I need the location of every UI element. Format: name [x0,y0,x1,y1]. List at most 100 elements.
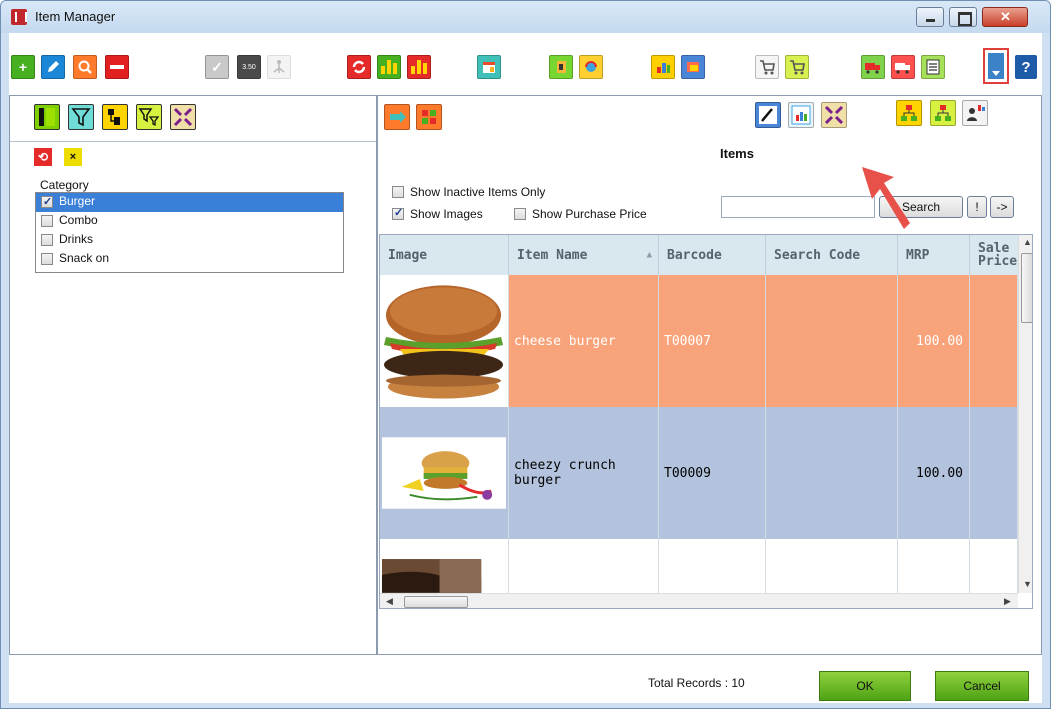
category-checkbox[interactable] [41,215,53,227]
category-item-snack-on[interactable]: Snack on [36,250,343,269]
category-item-label: Burger [59,194,96,208]
cheezy-crunch-burger-image [381,437,507,509]
sale-price-cell [970,275,1018,407]
show-images-checkbox[interactable] [392,206,404,220]
next-button[interactable]: -> [990,196,1014,218]
calendar-icon[interactable] [477,55,501,79]
search-item-icon[interactable] [73,55,97,79]
filter-add-icon[interactable] [136,104,162,130]
delete-item-icon[interactable] [105,55,129,79]
approve-icon[interactable]: ✓ [205,55,229,79]
scroll-up-icon[interactable]: ▲ [1023,237,1032,247]
show-purchase-price-row[interactable]: Show Purchase Price [514,206,647,221]
exclaim-button[interactable]: ! [967,196,987,218]
close-button[interactable] [982,7,1028,27]
scroll-left-icon[interactable]: ◀ [386,596,393,607]
sync-icon[interactable] [579,55,603,79]
category-checkbox[interactable] [41,253,53,265]
category-label: Category [40,178,89,192]
search-code-cell [766,407,898,539]
scroll-right-icon[interactable]: ▶ [1004,596,1011,607]
edit-view-icon[interactable] [755,102,781,128]
filter-icon[interactable] [68,104,94,130]
sale-price-cell [970,407,1018,539]
report-icon[interactable] [651,55,675,79]
category-list[interactable]: Burger Combo Drinks Snack on [35,192,344,273]
collapse-view-icon[interactable] [821,102,847,128]
export-icon[interactable] [384,104,410,130]
bar-chart-red-icon[interactable] [407,55,431,79]
maximize-button[interactable] [949,7,977,27]
category-item-label: Drinks [59,232,94,246]
title-bar[interactable]: Item Manager [1,1,1050,33]
hierarchy-icon[interactable] [267,55,291,79]
clear-filter-icon[interactable]: × [64,148,82,166]
mrp-cell: 100.00 [898,407,970,539]
vertical-scrollbar[interactable]: ▲ ▼ [1018,235,1032,593]
cart-add-icon[interactable] [785,55,809,79]
layers-icon[interactable] [681,55,705,79]
item-image-cell [380,275,509,407]
tree-icon[interactable] [102,104,128,130]
cancel-button[interactable]: Cancel [935,671,1029,701]
add-item-icon[interactable]: + [11,55,35,79]
tree-add-icon[interactable] [930,100,956,126]
col-barcode[interactable]: Barcode [659,235,766,275]
barcode-cell: T00007 [659,275,766,407]
list-icon[interactable] [921,55,945,79]
collapse-icon[interactable] [170,104,196,130]
barcode-cell [659,539,766,593]
sort-asc-icon: ▲ [646,250,652,260]
items-grid: Image Item Name ▲ Barcode Search Code MR… [379,234,1033,609]
refresh-icon[interactable] [347,55,371,79]
help-button[interactable]: ? [1015,55,1037,79]
barcode-cell: T00009 [659,407,766,539]
category-checkbox[interactable] [41,234,53,246]
horizontal-scroll-thumb[interactable] [404,596,468,608]
horizontal-scrollbar[interactable]: ◀ ▶ [380,593,1018,608]
price-tag-text: 3.50 [242,63,256,71]
show-inactive-row[interactable]: Show Inactive Items Only [392,184,545,199]
user-chart-icon[interactable] [962,100,988,126]
app-logo-icon [11,9,27,25]
cart-icon[interactable] [755,55,779,79]
document-icon[interactable] [549,55,573,79]
minimize-button[interactable] [916,7,944,27]
ok-button[interactable]: OK [819,671,911,701]
category-item-burger[interactable]: Burger [36,193,343,212]
mrp-cell: 100.00 [898,275,970,407]
chart-view-icon[interactable] [788,102,814,128]
category-item-combo[interactable]: Combo [36,212,343,231]
truck-icon[interactable] [861,55,885,79]
item-name-cell: cheezy crunch burger [509,407,659,539]
filter-toolbar [10,96,376,142]
col-mrp[interactable]: MRP [898,235,970,275]
columns-icon[interactable] [34,104,60,130]
table-row[interactable]: cheese burger T00007 100.00 [380,275,1018,407]
edit-item-icon[interactable] [41,55,65,79]
item-name-cell [509,539,659,593]
item-name-cell: cheese burger [509,275,659,407]
show-inactive-checkbox[interactable] [392,186,404,198]
search-input[interactable] [721,196,875,218]
col-search-code[interactable]: Search Code [766,235,898,275]
table-row[interactable] [380,539,1018,593]
reset-filter-icon[interactable]: ⟲ [34,148,52,166]
truck-return-icon[interactable] [891,55,915,79]
bar-chart-green-icon[interactable] [377,55,401,79]
category-item-drinks[interactable]: Drinks [36,231,343,250]
col-item-name[interactable]: Item Name ▲ [509,235,659,275]
price-tag-icon[interactable]: 3.50 [237,55,261,79]
show-images-row[interactable]: Show Images [392,206,483,221]
show-images-label: Show Images [410,207,483,221]
category-checkbox[interactable] [41,194,53,211]
table-row[interactable]: cheezy crunch burger T00009 100.00 [380,407,1018,539]
filter-panel: ⟲ × Category Burger Combo Drinks [9,95,377,655]
grid-view-icon[interactable] [416,104,442,130]
show-purchase-price-checkbox[interactable] [514,208,526,220]
col-image[interactable]: Image [380,235,509,275]
vertical-scroll-thumb[interactable] [1021,253,1032,323]
tree-view-icon[interactable] [896,100,922,126]
more-tools-dropdown[interactable] [983,48,1009,84]
scroll-down-icon[interactable]: ▼ [1023,579,1032,589]
